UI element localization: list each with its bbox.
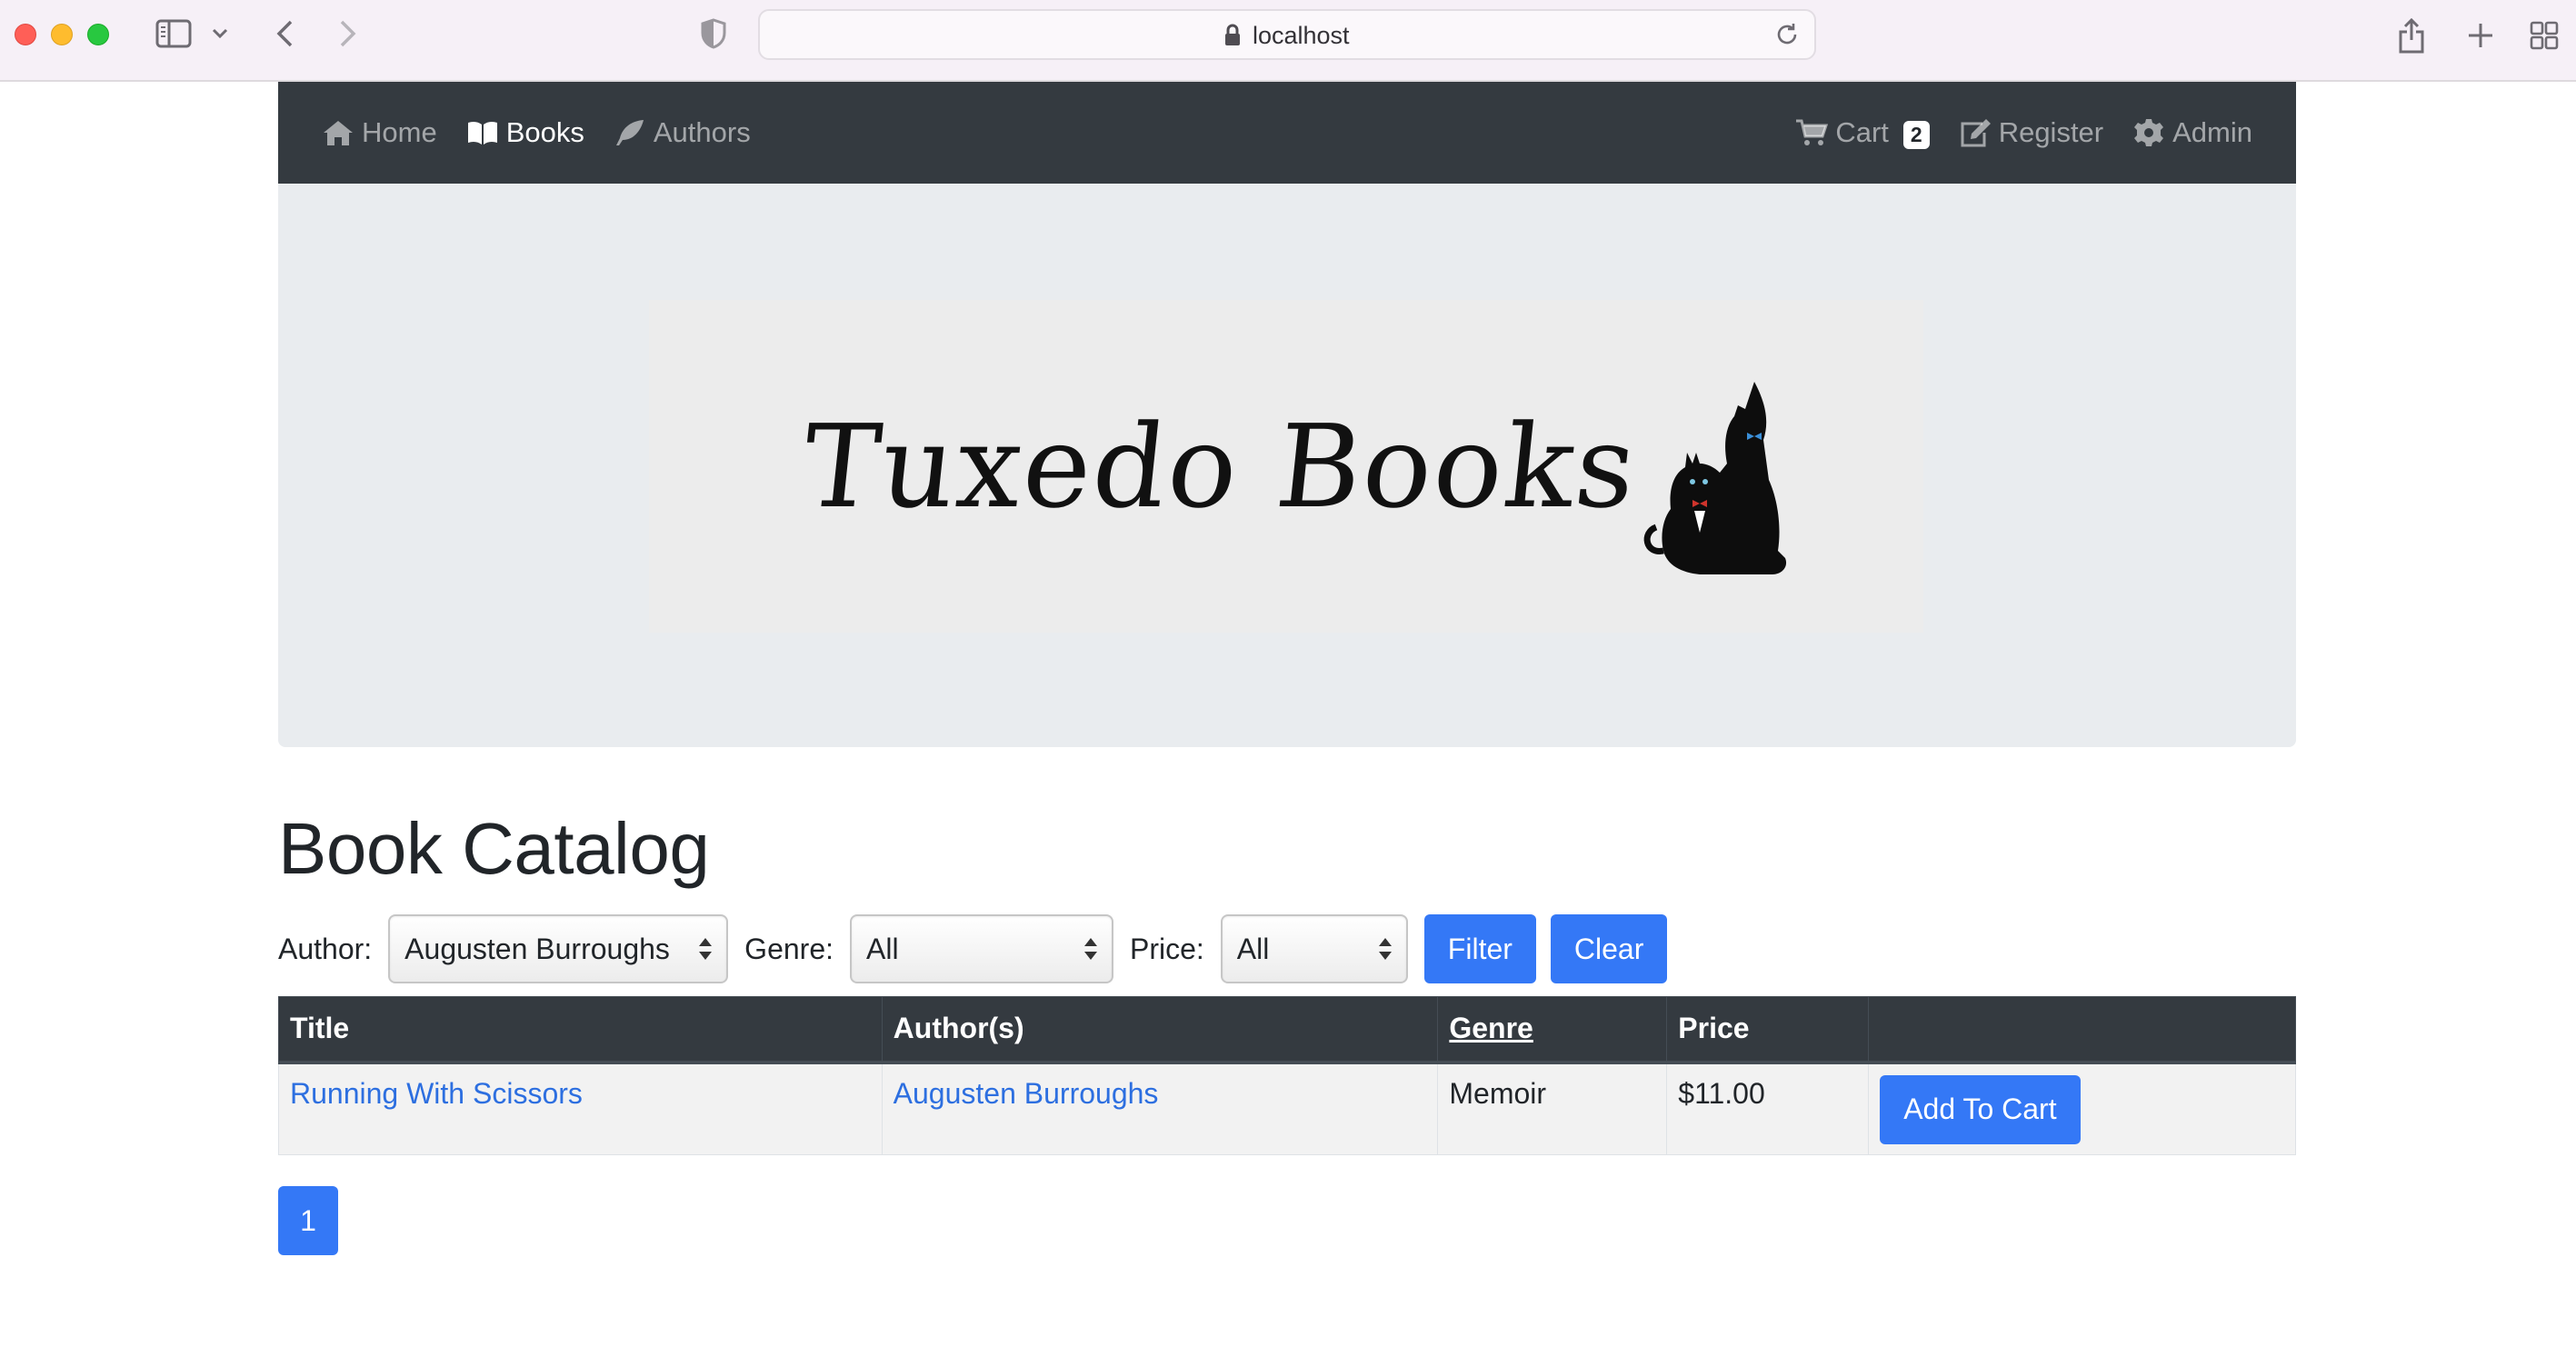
author-cell: Augusten Burroughs [881,1062,1439,1155]
price-filter-label: Price: [1130,932,1204,965]
chevron-down-icon[interactable] [209,16,231,51]
hero-jumbotron: Tuxedo Books [278,184,2296,747]
address-bar[interactable]: localhost [758,9,1816,60]
cart-count-badge: 2 [1902,120,1930,149]
pagination-page-1[interactable]: 1 [278,1186,338,1255]
logo-text: Tuxedo Books [796,400,1644,534]
page-title: Book Catalog [278,808,710,889]
nav-authors-link[interactable]: Authors [614,116,751,149]
zoom-window-button[interactable] [87,24,109,45]
forward-arrow-icon[interactable] [333,16,364,51]
book-title-link[interactable]: Running With Scissors [290,1077,583,1110]
genre-select[interactable]: All [850,914,1113,983]
header-genre-label: Genre [1449,1012,1533,1045]
author-link[interactable]: Augusten Burroughs [894,1077,1159,1110]
select-arrows-icon [1378,938,1392,960]
filter-button[interactable]: Filter [1423,914,1536,983]
lock-icon [1223,24,1243,49]
reload-icon[interactable] [1774,22,1802,49]
nav-register-link[interactable]: Register [1959,116,2103,149]
back-arrow-icon[interactable] [269,16,300,51]
shield-icon[interactable] [696,16,731,51]
browser-toolbar: localhost [0,0,2576,82]
tab-overview-icon[interactable] [2527,16,2561,55]
close-window-button[interactable] [15,24,36,45]
nav-home-link[interactable]: Home [322,116,437,149]
tuxedo-cat-logo-icon [1643,382,1787,574]
edit-icon [1961,119,1991,147]
page-container: Home Books Authors Cart 2 Register Admin… [278,82,2296,1255]
nav-authors-label: Authors [653,116,751,148]
select-arrows-icon [699,938,713,960]
add-to-cart-button[interactable]: Add To Cart [1880,1074,2081,1144]
new-tab-plus-icon[interactable] [2463,16,2498,55]
nav-admin-link[interactable]: Admin [2132,116,2252,149]
author-select-value: Augusten Burroughs [404,932,670,965]
genre-filter-label: Genre: [744,932,834,965]
shopping-cart-icon [1796,119,1829,145]
nav-books-link[interactable]: Books [466,116,584,149]
nav-home-label: Home [362,116,437,148]
header-price: Price [1666,996,1870,1064]
table-header-row: Title Author(s) Genre Price [278,996,2296,1064]
clear-button[interactable]: Clear [1550,914,1668,983]
nav-right: Cart 2 Register Admin [1795,116,2252,149]
genre-select-value: All [866,932,899,965]
logo-banner: Tuxedo Books [649,300,1923,633]
author-filter-label: Author: [278,932,373,965]
select-arrows-icon [1084,938,1097,960]
feather-icon [615,120,644,145]
sidebar-toggle-icon[interactable] [155,16,193,51]
url-text: localhost [1253,22,1350,49]
share-icon[interactable] [2394,16,2429,55]
nav-books-label: Books [505,116,584,148]
title-cell: Running With Scissors [278,1062,883,1155]
header-title: Title [278,996,883,1064]
book-catalog-table: Title Author(s) Genre Price Running With… [278,996,2296,1155]
header-actions [1868,996,2296,1064]
nav-admin-label: Admin [2172,116,2252,148]
nav-left: Home Books Authors [322,116,751,149]
action-cell: Add To Cart [1868,1062,2296,1155]
header-genre-sort-link[interactable]: Genre [1437,996,1668,1064]
price-select-value: All [1236,932,1270,965]
author-select[interactable]: Augusten Burroughs [388,914,729,983]
header-authors: Author(s) [881,996,1439,1064]
minimize-window-button[interactable] [51,24,73,45]
price-select[interactable]: All [1220,914,1408,983]
nav-register-label: Register [1998,116,2104,148]
table-row: Running With Scissors Augusten Burroughs… [278,1062,2296,1155]
filter-bar: Author: Augusten Burroughs Genre: All Pr… [278,914,2296,983]
gear-icon [2134,119,2164,146]
price-cell: $11.00 [1666,1062,1870,1155]
home-icon [324,121,353,145]
genre-cell: Memoir [1437,1062,1668,1155]
nav-cart-link[interactable]: Cart 2 [1795,116,1930,149]
nav-cart-label: Cart [1835,116,1889,148]
book-icon [467,121,497,145]
main-navbar: Home Books Authors Cart 2 Register Admin [278,82,2296,184]
